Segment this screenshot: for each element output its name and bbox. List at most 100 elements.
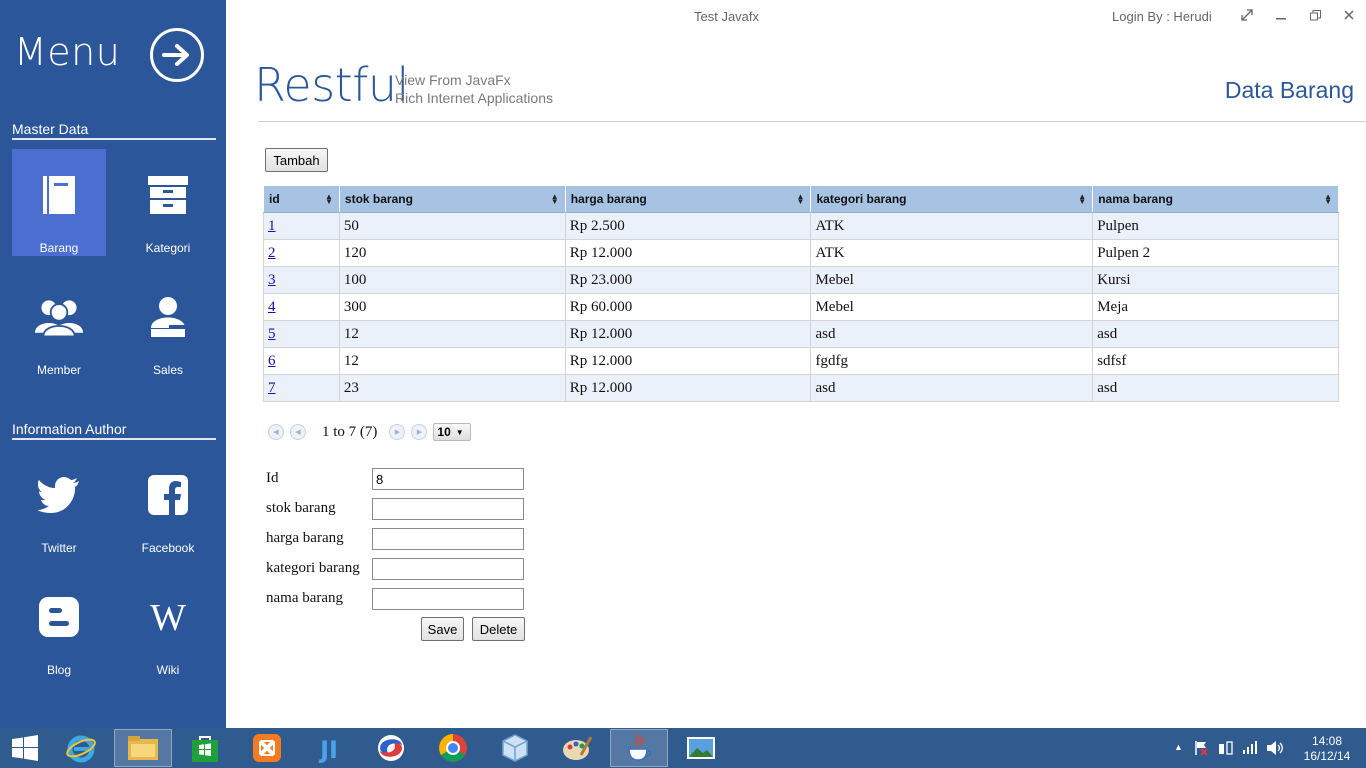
power-icon[interactable] [1218, 740, 1234, 759]
stok-field[interactable] [372, 498, 524, 520]
menu-title: Menu [14, 30, 121, 74]
archive-icon [144, 171, 192, 219]
nama-label: nama barang [266, 590, 344, 606]
kategori-label: kategori barang [266, 560, 360, 576]
information-author-title: Information Author [12, 421, 216, 440]
cell-nama: sdfsf [1092, 347, 1339, 375]
internet-explorer-icon[interactable] [52, 729, 110, 767]
sidebar-item-barang[interactable]: Barang [12, 149, 106, 256]
sidebar-item-label: Twitter [41, 541, 77, 555]
cell-id[interactable]: 3 [263, 266, 340, 294]
paint-icon[interactable] [548, 729, 606, 767]
column-header-kategori[interactable]: kategori barang ▲ ▼ [810, 185, 1094, 213]
table-row[interactable]: 1 50 Rp 2.500 ATK Pulpen [263, 212, 1339, 240]
row-id-link[interactable]: 1 [268, 218, 276, 234]
network-icon[interactable] [1242, 740, 1258, 757]
next-page-icon[interactable]: ▶ [389, 424, 406, 440]
clock-time: 14:08 [1311, 734, 1343, 748]
app-swirl-icon[interactable] [362, 729, 420, 767]
cell-id[interactable]: 1 [263, 212, 340, 240]
row-id-link[interactable]: 7 [268, 380, 276, 396]
table-row[interactable]: 3 100 Rp 23.000 Mebel Kursi [263, 266, 1339, 294]
cell-kategori: Mebel [810, 293, 1094, 321]
java-icon[interactable] [610, 729, 668, 767]
cell-kategori: fgdfg [810, 347, 1094, 375]
fullscreen-icon[interactable] [1239, 7, 1255, 23]
sidebar-item-facebook[interactable]: Facebook [121, 449, 215, 556]
cell-harga: Rp 2.500 [564, 212, 812, 240]
last-page-icon[interactable]: ▶ [411, 424, 428, 440]
row-id-link[interactable]: 4 [268, 299, 276, 315]
sidebar-item-kategori[interactable]: Kategori [121, 149, 215, 256]
store-icon[interactable] [176, 729, 234, 767]
cell-id[interactable]: 6 [263, 347, 340, 375]
xampp-icon[interactable] [238, 729, 296, 767]
volume-icon[interactable] [1266, 740, 1284, 759]
cell-harga: Rp 12.000 [564, 347, 812, 375]
file-explorer-icon[interactable] [114, 729, 172, 767]
row-id-link[interactable]: 5 [268, 326, 276, 342]
stok-label: stok barang [266, 500, 336, 516]
cell-id[interactable]: 4 [263, 293, 340, 321]
close-icon[interactable] [1341, 7, 1357, 23]
sort-icon: ▲ ▼ [796, 192, 805, 206]
restore-icon[interactable] [1307, 7, 1323, 23]
clock[interactable]: 14:08 16/12/14 [1298, 734, 1356, 764]
sort-icon: ▲ ▼ [325, 192, 333, 206]
data-table: id ▲ ▼ stok barang ▲ ▼ harga barang ▲ ▼ katego… [263, 185, 1339, 402]
cell-id[interactable]: 7 [263, 374, 340, 402]
row-id-link[interactable]: 3 [268, 272, 276, 288]
master-data-title: Master Data [12, 121, 216, 140]
chevron-down-icon: ▼ [455, 427, 464, 437]
table-row[interactable]: 4 300 Rp 60.000 Mebel Meja [263, 293, 1339, 321]
sidebar-item-sales[interactable]: Sales [121, 271, 215, 378]
delete-button[interactable]: Delete [472, 617, 525, 641]
nama-field[interactable] [372, 588, 524, 610]
cell-harga: Rp 23.000 [564, 266, 812, 294]
column-header-nama[interactable]: nama barang ▲ ▼ [1092, 185, 1339, 213]
save-button[interactable]: Save [421, 617, 464, 641]
column-header-stok[interactable]: stok barang ▲ ▼ [338, 185, 566, 213]
arrow-right-icon[interactable] [150, 28, 204, 82]
brand-subtitle-2: Rich Internet Applications [395, 90, 553, 106]
sidebar-item-label: Sales [152, 363, 184, 377]
sidebar-item-blog[interactable]: Blog [12, 571, 106, 678]
clock-date: 16/12/14 [1303, 749, 1351, 763]
row-id-link[interactable]: 2 [268, 245, 276, 261]
cell-id[interactable]: 5 [263, 320, 340, 348]
virtualbox-icon[interactable] [486, 729, 544, 767]
cell-kategori: Mebel [810, 266, 1094, 294]
sidebar-item-twitter[interactable]: Twitter [12, 449, 106, 556]
svg-text:W: W [150, 599, 186, 635]
photo-viewer-icon[interactable] [672, 729, 730, 767]
facebook-icon [144, 471, 192, 519]
brand-subtitle: View From JavaFx [395, 72, 511, 88]
jdeveloper-icon[interactable]: JI [300, 729, 358, 767]
prev-page-icon[interactable]: ◀ [290, 424, 306, 440]
table-row[interactable]: 7 23 Rp 12.000 asd asd [263, 374, 1339, 402]
table-row[interactable]: 2 120 Rp 12.000 ATK Pulpen 2 [263, 239, 1339, 267]
table-row[interactable]: 5 12 Rp 12.000 asd asd [263, 320, 1339, 348]
page-size-select[interactable]: 10 ▼ [433, 423, 472, 441]
cell-stok: 120 [338, 239, 566, 267]
cell-id[interactable]: 2 [263, 239, 340, 267]
column-header-id[interactable]: id ▲ ▼ [263, 185, 340, 213]
cell-harga: Rp 12.000 [564, 239, 812, 267]
sidebar-item-wiki[interactable]: W Wiki [121, 571, 215, 678]
first-page-icon[interactable]: ◀ [268, 424, 284, 440]
column-header-harga[interactable]: harga barang ▲ ▼ [564, 185, 812, 213]
table-row[interactable]: 6 12 Rp 12.000 fgdfg sdfsf [263, 347, 1339, 375]
add-button[interactable]: Tambah [265, 148, 328, 172]
row-id-link[interactable]: 6 [268, 353, 276, 369]
harga-field[interactable] [372, 528, 524, 550]
minimize-icon[interactable] [1273, 7, 1289, 23]
id-field[interactable] [372, 468, 524, 490]
windows-start-icon[interactable] [0, 729, 50, 767]
cell-nama: Pulpen 2 [1092, 239, 1339, 267]
sidebar-item-member[interactable]: Member [12, 271, 106, 378]
show-hidden-icons[interactable]: ▲ [1174, 742, 1183, 752]
cell-stok: 50 [338, 212, 566, 240]
chrome-icon[interactable] [424, 729, 482, 767]
flag-icon[interactable] [1194, 740, 1208, 759]
kategori-field[interactable] [372, 558, 524, 580]
